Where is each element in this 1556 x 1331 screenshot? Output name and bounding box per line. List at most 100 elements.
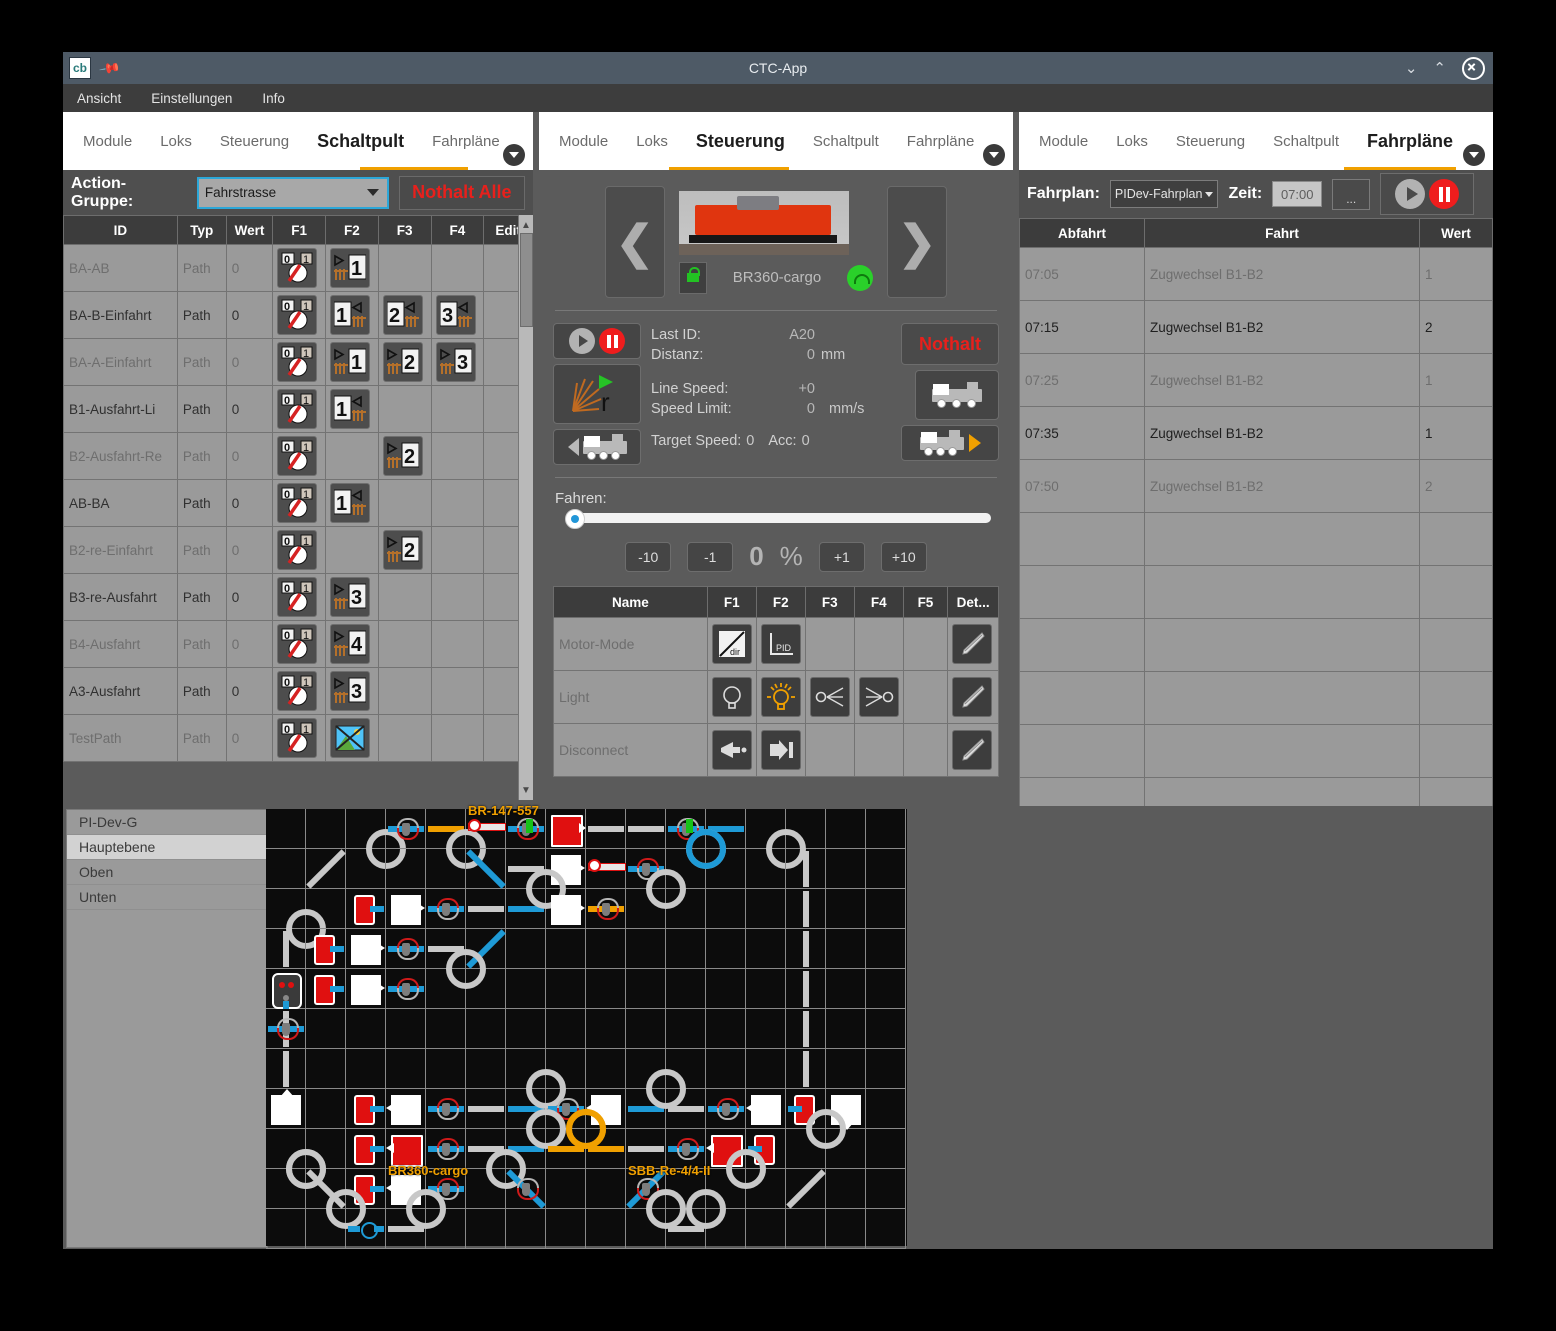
sensor-icon[interactable] — [436, 1098, 456, 1120]
function-f2[interactable] — [756, 671, 805, 724]
signal-icon-3[interactable]: 3 — [436, 342, 476, 382]
tab-loks-1[interactable]: Loks — [158, 127, 194, 156]
track-cell[interactable] — [866, 1209, 906, 1249]
cell-f2[interactable]: 1 — [326, 386, 379, 433]
track-cell[interactable] — [266, 1209, 306, 1249]
tab-steuerung-3[interactable]: Steuerung — [1174, 127, 1247, 156]
dir-icon[interactable]: dir — [712, 624, 752, 664]
signal-icon-1[interactable]: 1 — [330, 389, 370, 429]
track-cell[interactable] — [786, 929, 826, 969]
cell-f1[interactable]: 0 1 — [273, 527, 326, 574]
signal-icon-4[interactable]: 4 — [330, 624, 370, 664]
track-cell[interactable] — [466, 1209, 506, 1249]
track-cell[interactable] — [466, 1169, 506, 1209]
track-cell[interactable] — [346, 1209, 386, 1249]
cell-f1[interactable]: 0 1 — [273, 574, 326, 621]
track-cell[interactable] — [466, 1009, 506, 1049]
track-cell[interactable] — [826, 809, 866, 849]
sensor-icon[interactable] — [396, 938, 416, 960]
cell-f3[interactable]: 2 — [378, 292, 431, 339]
menu-item-einstellungen[interactable]: Einstellungen — [151, 91, 232, 106]
chevron-down-icon-2[interactable] — [983, 144, 1005, 166]
minus10-button[interactable]: -10 — [625, 542, 671, 572]
cell-f4[interactable] — [431, 480, 484, 527]
track-cell[interactable] — [706, 1049, 746, 1089]
track-cell[interactable] — [386, 889, 426, 929]
cell-f4[interactable] — [431, 621, 484, 668]
track-cell[interactable] — [666, 929, 706, 969]
chevron-left-icon[interactable]: ❮ — [605, 186, 665, 298]
cell-f2[interactable]: 3 — [326, 668, 379, 715]
track-cell[interactable] — [586, 1129, 626, 1169]
track-cell[interactable] — [506, 1209, 546, 1249]
track-cell[interactable] — [306, 809, 346, 849]
loco-icon[interactable] — [915, 370, 999, 420]
track-cell[interactable] — [706, 1209, 746, 1249]
track-cell[interactable] — [546, 809, 586, 849]
track-cell[interactable] — [426, 1009, 466, 1049]
minus1-button[interactable]: -1 — [687, 542, 733, 572]
cell-f4[interactable] — [431, 527, 484, 574]
track-cell[interactable] — [546, 889, 586, 929]
sensor-icon[interactable] — [276, 1018, 296, 1040]
signal-icon-2[interactable]: 2 — [383, 295, 423, 335]
track-cell[interactable] — [266, 1049, 306, 1089]
sensor-icon[interactable] — [436, 898, 456, 920]
track-cell[interactable] — [386, 929, 426, 969]
track-cell[interactable] — [386, 809, 426, 849]
tab-module-3[interactable]: Module — [1037, 127, 1090, 156]
function-f4[interactable] — [854, 724, 903, 777]
track-cell[interactable] — [266, 929, 306, 969]
function-f1[interactable] — [707, 671, 756, 724]
chevron-right-icon[interactable]: ❯ — [887, 186, 947, 298]
function-det[interactable] — [948, 671, 999, 724]
cell-f1[interactable]: 0 1 — [273, 621, 326, 668]
cell-f1[interactable]: 0 1 — [273, 245, 326, 292]
chevron-down-icon-3[interactable] — [1463, 144, 1485, 166]
track-cell[interactable] — [746, 1209, 786, 1249]
switch-icon[interactable]: 0 1 — [277, 436, 317, 476]
bulb-off-icon[interactable] — [712, 677, 752, 717]
track-cell[interactable] — [346, 849, 386, 889]
signal-icon-2[interactable]: 2 — [383, 342, 423, 382]
signal-icon-1[interactable]: 1 — [330, 248, 370, 288]
track-cell[interactable] — [826, 889, 866, 929]
dial-reverse-icon[interactable]: r — [553, 364, 641, 424]
table-row[interactable] — [1020, 566, 1493, 619]
tab-module-1[interactable]: Module — [81, 127, 134, 156]
track-cell[interactable] — [546, 1009, 586, 1049]
cell-f3[interactable] — [378, 574, 431, 621]
switch-icon[interactable]: 0 1 — [277, 530, 317, 570]
track-cell[interactable] — [706, 1009, 746, 1049]
table-row[interactable] — [1020, 513, 1493, 566]
track-cell[interactable] — [786, 969, 826, 1009]
track-cell[interactable] — [426, 1089, 466, 1129]
tab-schaltpult-1[interactable]: Schaltpult — [315, 125, 406, 158]
track-cell[interactable] — [266, 1009, 306, 1049]
tab-loks-3[interactable]: Loks — [1114, 127, 1150, 156]
track-cell[interactable] — [306, 849, 346, 889]
track-cell[interactable] — [466, 969, 506, 1009]
cell-f2[interactable]: 4 — [326, 621, 379, 668]
layer-item[interactable]: Unten — [67, 885, 267, 910]
zeit-field[interactable]: 07:00 — [1272, 181, 1322, 207]
track-cell[interactable] — [306, 1009, 346, 1049]
track-cell[interactable] — [826, 1169, 866, 1209]
track-cell[interactable] — [546, 1209, 586, 1249]
tab-fahrplaene-1[interactable]: Fahrpläne — [430, 127, 502, 156]
fahrplan-play-pause[interactable] — [1380, 173, 1474, 215]
track-cell[interactable] — [826, 969, 866, 1009]
track-cell[interactable] — [466, 849, 506, 889]
track-cell[interactable] — [386, 969, 426, 1009]
table-row[interactable]: 07:15Zugwechsel B1-B22 — [1020, 301, 1493, 354]
track-cell[interactable] — [746, 1089, 786, 1129]
cell-f2[interactable] — [326, 527, 379, 574]
scroll-up-icon[interactable]: ▲ — [519, 217, 533, 233]
function-f4[interactable] — [854, 671, 903, 724]
loco-forward-icon[interactable] — [901, 425, 999, 461]
track-cell[interactable] — [626, 1089, 666, 1129]
switch-icon[interactable]: 0 1 — [277, 248, 317, 288]
cell-f3[interactable] — [378, 386, 431, 433]
switch-icon[interactable]: 0 1 — [277, 671, 317, 711]
track-cell[interactable] — [266, 809, 306, 849]
